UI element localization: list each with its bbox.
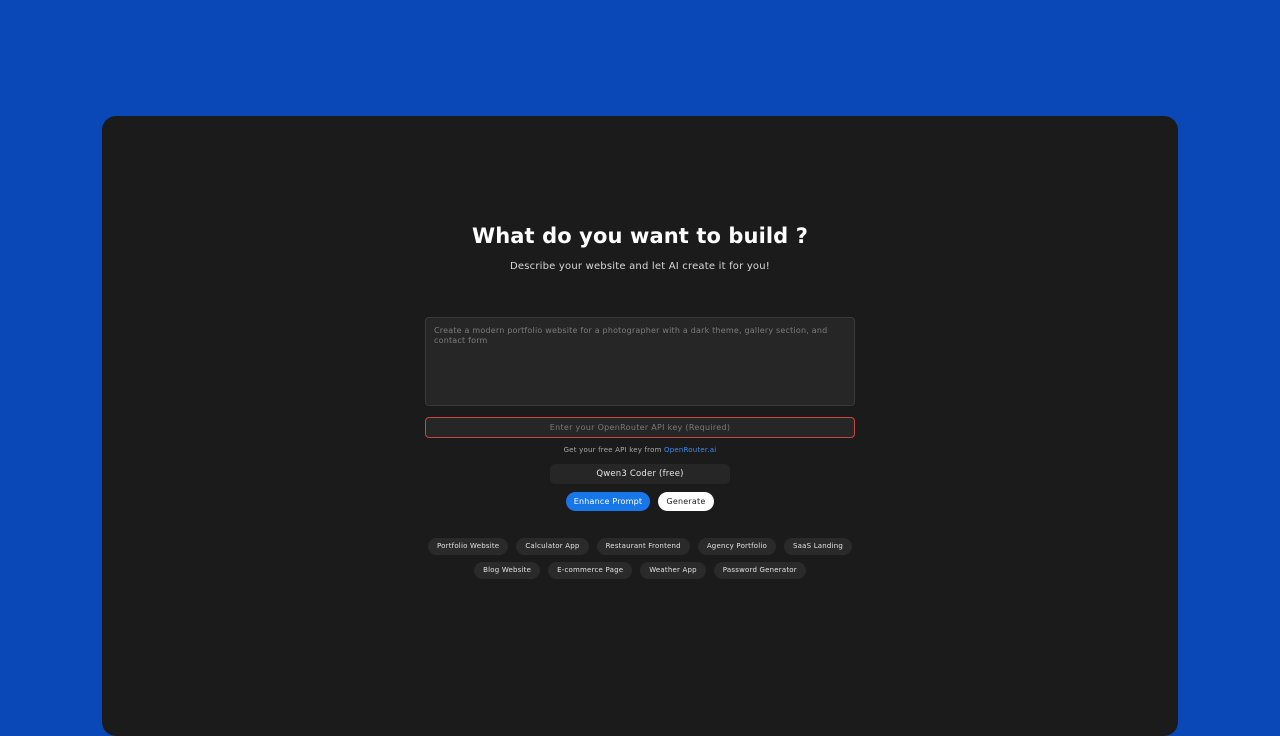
template-chip-restaurant-frontend[interactable]: Restaurant Frontend bbox=[596, 538, 690, 555]
template-chip-saas-landing[interactable]: SaaS Landing bbox=[784, 538, 853, 555]
enhance-prompt-button[interactable]: Enhance Prompt bbox=[566, 492, 650, 511]
api-key-hint: Get your free API key from OpenRouter.ai bbox=[0, 446, 1280, 454]
template-chip-agency-portfolio[interactable]: Agency Portfolio bbox=[697, 538, 777, 555]
template-chip-portfolio-website[interactable]: Portfolio Website bbox=[427, 538, 509, 555]
openrouter-link[interactable]: OpenRouter.ai bbox=[664, 446, 716, 454]
api-key-input[interactable] bbox=[425, 417, 855, 438]
page-subtitle: Describe your website and let AI create … bbox=[509, 261, 770, 272]
template-chips-row-2: Blog Website E-commerce Page Weather App… bbox=[0, 562, 1280, 579]
model-select[interactable]: Qwen3 Coder (free) bbox=[550, 464, 730, 484]
generate-button[interactable]: Generate bbox=[658, 492, 714, 511]
template-chip-password-generator[interactable]: Password Generator bbox=[713, 562, 806, 579]
template-chips-row-1: Portfolio Website Calculator App Restaur… bbox=[0, 538, 1280, 555]
prompt-input[interactable] bbox=[425, 317, 855, 406]
template-chip-ecommerce-page[interactable]: E-commerce Page bbox=[548, 562, 633, 579]
template-chip-blog-website[interactable]: Blog Website bbox=[474, 562, 541, 579]
page-title: What do you want to build ? bbox=[471, 224, 809, 248]
api-key-hint-text: Get your free API key from bbox=[563, 446, 662, 454]
template-chip-weather-app[interactable]: Weather App bbox=[640, 562, 706, 579]
template-chip-calculator-app[interactable]: Calculator App bbox=[516, 538, 589, 555]
